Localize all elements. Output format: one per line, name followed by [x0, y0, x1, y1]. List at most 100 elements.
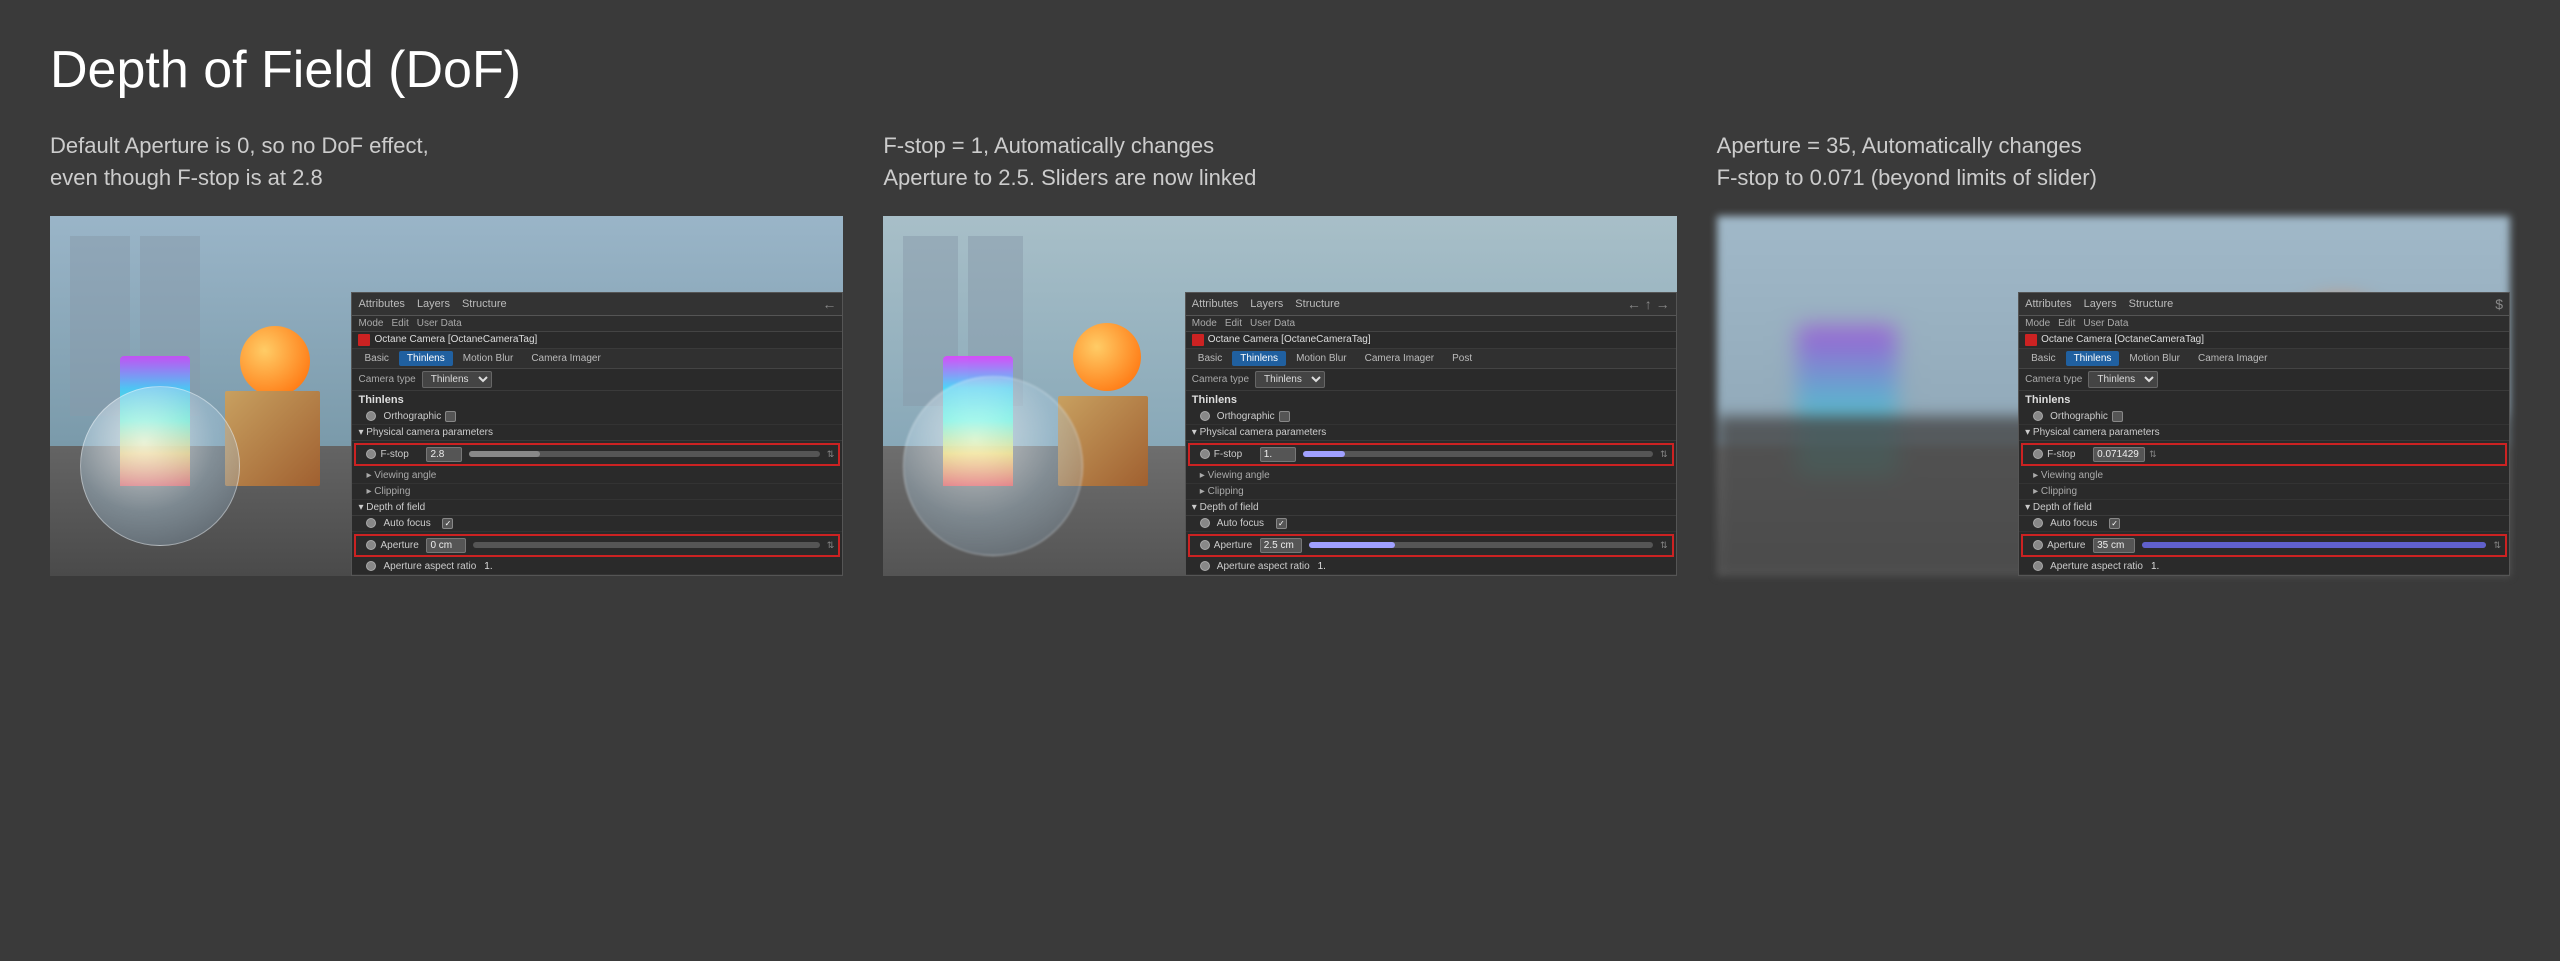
panel-tabs-2: Attributes Layers Structure ← ↑ →	[1186, 293, 1676, 316]
physical-params-1: ▾ Physical camera parameters	[352, 425, 842, 441]
sub-tabs-3: Basic Thinlens Motion Blur Camera Imager	[2019, 349, 2509, 369]
subtab-thinlens-3[interactable]: Thinlens	[2066, 351, 2120, 366]
aperture-ratio-icon-3	[2033, 561, 2043, 571]
tab-attributes-2[interactable]: Attributes	[1192, 298, 1238, 310]
orthographic-row-1: Orthographic	[352, 409, 842, 425]
autofocus-check-3[interactable]	[2109, 518, 2120, 529]
camera-type-label-1: Camera type	[358, 374, 415, 385]
subtab-thinlens-2[interactable]: Thinlens	[1232, 351, 1286, 366]
fstop-input-1[interactable]	[426, 447, 462, 462]
aperture-ratio-label-3: Aperture aspect ratio	[2050, 561, 2143, 572]
orthographic-check-3[interactable]	[2112, 411, 2123, 422]
fstop-input-3[interactable]	[2093, 447, 2145, 462]
subtab-thinlens-1[interactable]: Thinlens	[399, 351, 453, 366]
aperture-label-3: Aperture	[2047, 540, 2089, 551]
panel-toolbar-1: Mode Edit User Data	[352, 316, 842, 332]
aperture-arrows-2: ⇅	[1660, 540, 1668, 551]
dof-section-3: ▾ Depth of field	[2019, 500, 2509, 516]
column-1: Default Aperture is 0, so no DoF effect,…	[50, 130, 843, 576]
orthographic-check-1[interactable]	[445, 411, 456, 422]
orthographic-row-2: Orthographic	[1186, 409, 1676, 425]
dof-section-1: ▾ Depth of field	[352, 500, 842, 516]
fstop-input-2[interactable]	[1260, 447, 1296, 462]
panel-toolbar-3: Mode Edit User Data	[2019, 316, 2509, 332]
camera-type-select-2[interactable]: Thinlens	[1255, 371, 1325, 388]
toolbar-userdata-1[interactable]: User Data	[417, 318, 462, 329]
fstop-arrows-3: ⇅	[2149, 449, 2157, 460]
toolbar-userdata-2[interactable]: User Data	[1250, 318, 1295, 329]
object-icon-3	[2025, 334, 2037, 346]
subtab-post-2[interactable]: Post	[1444, 351, 1480, 366]
tab-attributes-3[interactable]: Attributes	[2025, 298, 2071, 310]
aperture-input-1[interactable]	[426, 538, 466, 553]
fstop-icon-2	[1200, 449, 1210, 459]
tab-structure-2[interactable]: Structure	[1295, 298, 1340, 310]
camera-type-row-1: Camera type Thinlens	[352, 369, 842, 391]
clipping-row-2[interactable]: ▸ Clipping	[1186, 484, 1676, 500]
aperture-icon-1	[366, 540, 376, 550]
aperture-label-1: Aperture	[380, 540, 422, 551]
panel-toolbar-2: Mode Edit User Data	[1186, 316, 1676, 332]
clipping-row-3[interactable]: ▸ Clipping	[2019, 484, 2509, 500]
aperture-ratio-icon-2	[1200, 561, 1210, 571]
fstop-slider-1[interactable]	[469, 451, 819, 457]
aperture-input-3[interactable]	[2093, 538, 2135, 553]
aperture-slider-3[interactable]	[2142, 542, 2486, 548]
subtab-cameraimager-2[interactable]: Camera Imager	[1357, 351, 1442, 366]
autofocus-icon-3	[2033, 518, 2043, 528]
subtab-cameraimager-3[interactable]: Camera Imager	[2190, 351, 2275, 366]
tab-attributes-1[interactable]: Attributes	[358, 298, 404, 310]
clipping-row-1[interactable]: ▸ Clipping	[352, 484, 842, 500]
aperture-slider-2[interactable]	[1309, 542, 1653, 548]
subtab-motionblur-1[interactable]: Motion Blur	[455, 351, 522, 366]
viewing-angle-row-1[interactable]: ▸ Viewing angle	[352, 468, 842, 484]
tab-layers-1[interactable]: Layers	[417, 298, 450, 310]
tab-layers-3[interactable]: Layers	[2084, 298, 2117, 310]
sub-tabs-2: Basic Thinlens Motion Blur Camera Imager…	[1186, 349, 1676, 369]
autofocus-check-2[interactable]	[1276, 518, 1287, 529]
toolbar-mode-2[interactable]: Mode	[1192, 318, 1217, 329]
toolbar-edit-1[interactable]: Edit	[391, 318, 408, 329]
screenshot-3: Attributes Layers Structure $ Mode Edit …	[1717, 216, 2510, 576]
toolbar-mode-1[interactable]: Mode	[358, 318, 383, 329]
autofocus-label-3: Auto focus	[2050, 518, 2105, 529]
subtab-basic-3[interactable]: Basic	[2023, 351, 2063, 366]
fstop-row-3: F-stop ⇅	[2021, 443, 2507, 466]
toolbar-edit-3[interactable]: Edit	[2058, 318, 2075, 329]
tab-layers-2[interactable]: Layers	[1250, 298, 1283, 310]
tab-structure-3[interactable]: Structure	[2129, 298, 2174, 310]
subtab-basic-2[interactable]: Basic	[1190, 351, 1230, 366]
fstop-label-2: F-stop	[1214, 449, 1256, 460]
tab-structure-1[interactable]: Structure	[462, 298, 507, 310]
camera-type-select-3[interactable]: Thinlens	[2088, 371, 2158, 388]
fstop-label-3: F-stop	[2047, 449, 2089, 460]
fstop-slider-2[interactable]	[1303, 451, 1653, 457]
toolbar-edit-2[interactable]: Edit	[1225, 318, 1242, 329]
orthographic-label-3: Orthographic	[2050, 411, 2108, 422]
subtab-motionblur-3[interactable]: Motion Blur	[2121, 351, 2188, 366]
orthographic-label-2: Orthographic	[1217, 411, 1275, 422]
autofocus-row-1: Auto focus	[352, 516, 842, 532]
viewing-angle-row-3[interactable]: ▸ Viewing angle	[2019, 468, 2509, 484]
subtab-basic-1[interactable]: Basic	[356, 351, 396, 366]
toolbar-mode-3[interactable]: Mode	[2025, 318, 2050, 329]
screenshot-2: Attributes Layers Structure ← ↑ → Mode E…	[883, 216, 1676, 576]
aperture-ratio-val-1: 1.	[484, 561, 492, 572]
aperture-input-2[interactable]	[1260, 538, 1302, 553]
panel-1: Attributes Layers Structure ← Mode Edit …	[351, 292, 843, 576]
aperture-slider-1[interactable]	[473, 542, 819, 548]
subtab-cameraimager-1[interactable]: Camera Imager	[523, 351, 608, 366]
toolbar-userdata-3[interactable]: User Data	[2083, 318, 2128, 329]
aperture-ratio-label-1: Aperture aspect ratio	[383, 561, 476, 572]
subtab-motionblur-2[interactable]: Motion Blur	[1288, 351, 1355, 366]
section-thinlens-1: Thinlens	[352, 391, 842, 409]
orthographic-check-2[interactable]	[1279, 411, 1290, 422]
physical-params-3: ▾ Physical camera parameters	[2019, 425, 2509, 441]
camera-type-row-2: Camera type Thinlens	[1186, 369, 1676, 391]
section-thinlens-3: Thinlens	[2019, 391, 2509, 409]
autofocus-check-1[interactable]	[442, 518, 453, 529]
column-3: Aperture = 35, Automatically changes F-s…	[1717, 130, 2510, 576]
viewing-angle-row-2[interactable]: ▸ Viewing angle	[1186, 468, 1676, 484]
camera-type-label-3: Camera type	[2025, 374, 2082, 385]
camera-type-select-1[interactable]: Thinlens	[422, 371, 492, 388]
